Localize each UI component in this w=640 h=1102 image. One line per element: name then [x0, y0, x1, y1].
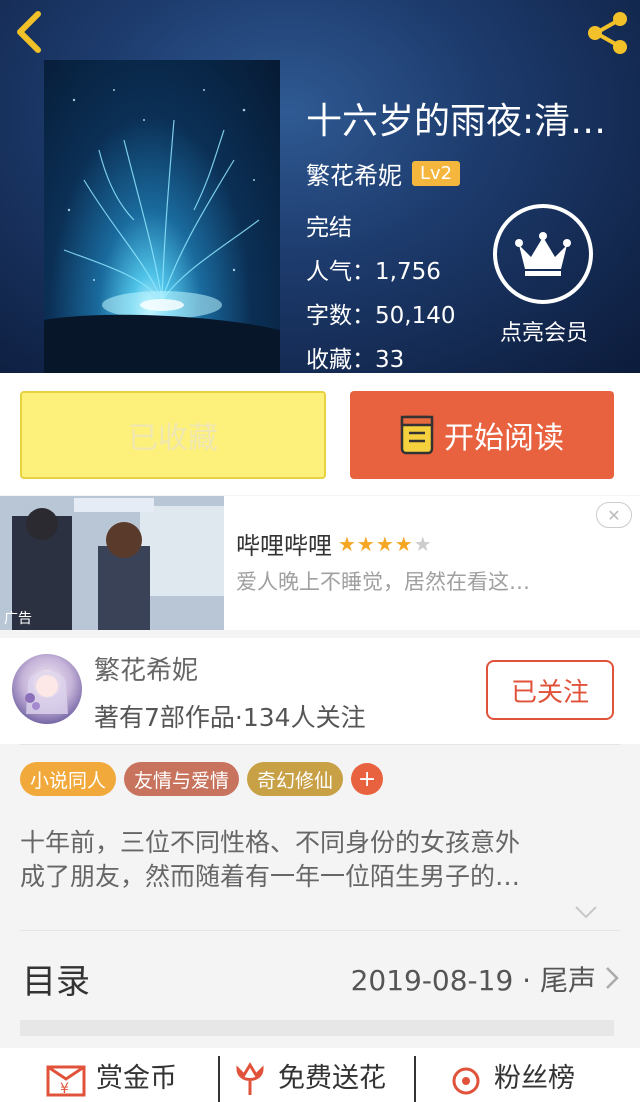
add-tag-button[interactable]: + [351, 763, 384, 795]
book-author[interactable]: 繁花希妮 [306, 156, 402, 191]
plus-icon: + [357, 766, 377, 792]
cover-art [44, 89, 280, 373]
ad-description: 爱人晚上不睡觉，居然在看这… [236, 570, 530, 594]
author-card-name[interactable]: 繁花希妮 [94, 650, 198, 687]
level-badge: Lv2 [412, 160, 461, 186]
fans-ranking-label: 粉丝榜 [494, 1062, 575, 1094]
start-reading-button[interactable]: 开始阅读 [350, 391, 614, 479]
author-avatar[interactable] [12, 654, 82, 724]
share-icon [588, 12, 627, 54]
star-icon: ★★★★ [338, 531, 414, 556]
back-button[interactable] [8, 8, 52, 56]
divider [20, 744, 620, 745]
send-flower-button[interactable]: 免费送花 [230, 1048, 386, 1102]
word-count-stat: 字数：50,140 [306, 296, 455, 330]
book-header: 十六岁的雨夜:清… 繁花希妮 Lv2 完结 人气：1,756 字数：50,140… [0, 0, 640, 373]
word-count-value: 50,140 [375, 303, 456, 329]
back-arrow-icon [17, 11, 41, 53]
reward-coins-label: 赏金币 [96, 1062, 177, 1094]
ad-close-button[interactable]: ✕ [596, 502, 632, 528]
flower-icon [236, 1062, 264, 1095]
author-line: 繁花希妮 Lv2 [306, 156, 461, 191]
tag-item[interactable]: 友情与爱情 [124, 762, 240, 796]
expand-chevron-icon[interactable] [574, 904, 598, 920]
red-envelope-icon: ¥ [46, 1065, 86, 1097]
ad-title: 哔哩哔哩 [236, 532, 332, 560]
separator [414, 1056, 416, 1102]
ad-rating: ★★★★★ [338, 532, 433, 556]
medal-icon [452, 1067, 480, 1095]
author-card: 繁花希妮 著有7部作品·134人关注 已关注 [0, 638, 640, 744]
bottom-action-bar: ¥ 赏金币 免费送花 粉丝榜 [0, 1048, 640, 1102]
avatar-illustration [25, 670, 68, 714]
share-button[interactable] [584, 10, 632, 56]
star-empty-icon: ★ [413, 531, 433, 556]
ad-tag: 广告 [4, 611, 32, 627]
popularity-value: 1,756 [375, 259, 441, 285]
ad-image[interactable]: 广告 [0, 496, 224, 630]
collected-button[interactable]: 已收藏 [20, 391, 326, 479]
start-reading-label: 开始阅读 [444, 421, 564, 456]
favorites-value: 33 [375, 347, 405, 373]
book-status: 完结 [306, 215, 352, 241]
tag-item[interactable]: 奇幻修仙 [247, 762, 344, 796]
toc-label: 目录 [22, 962, 90, 1002]
vip-button[interactable] [493, 204, 593, 304]
crown-icon [515, 232, 571, 276]
ad-title-row: 哔哩哔哩 ★★★★★ [236, 526, 433, 561]
book-cover[interactable] [44, 60, 280, 373]
popularity-stat: 人气：1,756 [306, 252, 441, 286]
section-spacer [20, 1020, 614, 1036]
close-icon: ✕ [607, 505, 621, 525]
vip-label[interactable]: 点亮会员 [482, 315, 606, 347]
tag-item[interactable]: 小说同人 [20, 762, 117, 796]
author-meta: 著有7部作品·134人关注 [94, 703, 366, 732]
favorites-stat: 收藏：33 [306, 340, 404, 373]
fans-ranking-button[interactable]: 粉丝榜 [446, 1048, 575, 1102]
follow-button[interactable]: 已关注 [486, 660, 614, 720]
chevron-right-icon [606, 967, 619, 989]
ad-banner[interactable]: 广告 ✕ 哔哩哔哩 ★★★★★ 爱人晚上不睡觉，居然在看这… [0, 496, 640, 630]
book-title: 十六岁的雨夜:清… [306, 101, 607, 142]
synopsis-line: 十年前，三位不同性格、不同身份的女孩意外 [20, 828, 521, 857]
toc-latest-chapter: 2019-08-19 · 尾声 [350, 964, 596, 997]
ad-illustration [0, 496, 224, 630]
book-icon [400, 415, 434, 455]
synopsis-line: 成了朋友，然而随着有一年一位陌生男子的… [20, 862, 521, 891]
divider [20, 930, 620, 931]
popularity-label: 人气： [306, 259, 375, 285]
tag-list: 小说同人 友情与爱情 奇幻修仙 + [20, 762, 384, 796]
separator [218, 1056, 220, 1102]
table-of-contents-row[interactable]: 目录 2019-08-19 · 尾声 [0, 942, 640, 1012]
send-flower-label: 免费送花 [278, 1062, 386, 1094]
word-count-label: 字数： [306, 303, 375, 329]
action-bar: 已收藏 开始阅读 [0, 373, 640, 495]
reward-coins-button[interactable]: ¥ 赏金币 [44, 1048, 177, 1102]
synopsis[interactable]: 十年前，三位不同性格、不同身份的女孩意外 成了朋友，然而随着有一年一位陌生男子的… [20, 826, 620, 894]
svg-text:¥: ¥ [60, 1081, 69, 1097]
favorites-label: 收藏： [306, 347, 375, 373]
